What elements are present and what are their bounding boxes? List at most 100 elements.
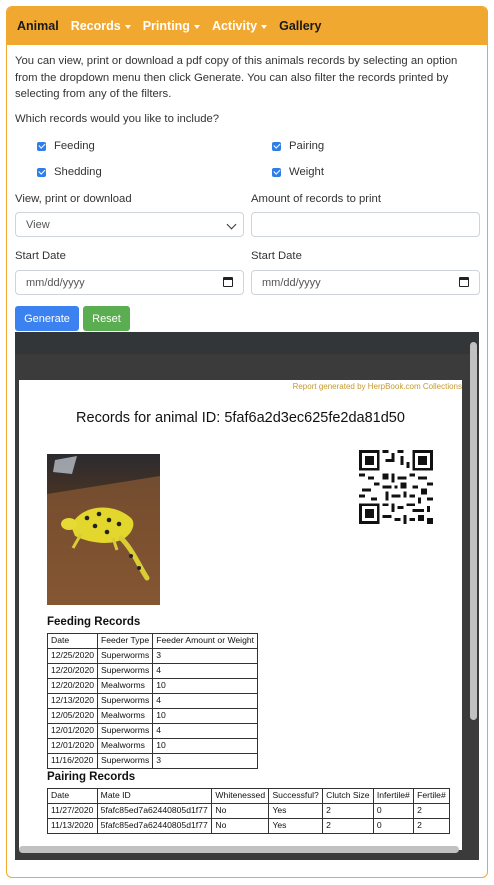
table-row: 11/16/2020 Superworms 3 — [46, 753, 259, 769]
feeding-checkbox[interactable]: Feeding — [37, 140, 95, 152]
end-date-input[interactable]: mm/dd/yyyy — [251, 270, 480, 295]
table-cell: 12/25/2020 — [46, 648, 99, 664]
table-cell: 3 — [152, 648, 259, 664]
table-row: 11/13/2020 5fafc85ed7a62440805d1f77 No Yes 2… — [47, 818, 450, 834]
nav-animal[interactable]: Animal — [17, 19, 59, 33]
nav-printing-label: Printing — [142, 19, 190, 33]
intro-text: You can view, print or download a pdf co… — [15, 55, 458, 100]
table-cell: 2 — [413, 803, 450, 819]
table-cell: 11/16/2020 — [46, 753, 99, 769]
table-cell: Yes — [268, 803, 324, 819]
table-header-cell: Clutch Size — [322, 788, 374, 804]
nav-gallery[interactable]: Gallery — [279, 19, 321, 33]
table-cell: Yes — [268, 818, 324, 834]
feeding-checkbox-label: Feeding — [54, 140, 95, 152]
table-row: 12/20/2020 Mealworms 10 — [46, 678, 259, 694]
table-header-cell: Feeder Amount or Weight — [152, 633, 259, 649]
caret-down-icon — [193, 24, 200, 29]
table-header-cell: Feeder Type — [97, 633, 154, 649]
nav-printing-dropdown[interactable]: Printing — [143, 19, 200, 33]
table-cell: 4 — [152, 693, 259, 709]
table-cell: 12/05/2020 — [46, 708, 99, 724]
chevron-down-icon — [226, 219, 237, 230]
nav-records-label: Records — [70, 19, 121, 33]
include-question: Which records would you like to include? — [15, 113, 220, 125]
pairing-checkbox[interactable]: Pairing — [272, 140, 324, 152]
table-cell: Mealworms — [97, 708, 154, 724]
table-cell: Superworms — [97, 723, 154, 739]
top-nav: Animal Records Printing Activity Gallery — [7, 7, 487, 45]
table-row: 12/01/2020 Mealworms 10 — [46, 738, 259, 754]
view-label: View, print or download — [15, 193, 132, 205]
table-cell: Superworms — [97, 648, 154, 664]
qr-code — [359, 450, 433, 524]
table-cell: 10 — [152, 678, 259, 694]
table-cell: 11/27/2020 — [47, 803, 98, 819]
table-cell: 4 — [152, 723, 259, 739]
table-header-cell: Fertile# — [413, 788, 450, 804]
checkbox-checked-icon — [37, 167, 46, 177]
table-cell: 3 — [152, 753, 259, 769]
shedding-checkbox[interactable]: Shedding — [37, 166, 102, 178]
table-cell: 5fafc85ed7a62440805d1f77 — [96, 818, 213, 834]
view-select-value: View — [26, 218, 50, 231]
nav-records-dropdown[interactable]: Records — [71, 19, 131, 33]
table-cell: 4 — [152, 663, 259, 679]
table-cell: Superworms — [97, 753, 154, 769]
nav-activity-dropdown[interactable]: Activity — [211, 19, 268, 33]
checkbox-checked-icon — [272, 141, 281, 151]
table-row: 12/13/2020 Superworms 4 — [46, 693, 259, 709]
table-row: 12/05/2020 Mealworms 10 — [46, 708, 259, 724]
table-cell: 12/20/2020 — [46, 678, 99, 694]
table-row: 12/01/2020 Superworms 4 — [46, 723, 259, 739]
shedding-checkbox-label: Shedding — [54, 166, 102, 178]
table-cell: 12/20/2020 — [46, 663, 99, 679]
nav-activity-label: Activity — [211, 19, 258, 33]
nav-gallery-label: Gallery — [279, 19, 322, 33]
table-cell: 10 — [152, 708, 259, 724]
table-cell: Mealworms — [97, 738, 154, 754]
table-cell: 10 — [152, 738, 259, 754]
amount-input[interactable] — [251, 212, 480, 237]
table-cell: No — [211, 803, 270, 819]
horizontal-scrollbar[interactable] — [19, 846, 459, 853]
reset-button[interactable]: Reset — [83, 306, 130, 331]
table-header-cell: Successful? — [268, 788, 324, 804]
table-header-cell: Date — [47, 788, 98, 804]
view-select[interactable]: View — [15, 212, 244, 237]
table-row: 12/25/2020 Superworms 3 — [46, 648, 259, 664]
end-date-placeholder: mm/dd/yyyy — [262, 276, 321, 289]
start-date-label: Start Date — [15, 250, 66, 262]
table-cell: Mealworms — [97, 678, 154, 694]
table-header-row: Date Mate ID Whitenessed Successful? Clutch … — [47, 788, 450, 804]
end-date-label: Start Date — [251, 250, 302, 262]
checkbox-checked-icon — [37, 141, 46, 151]
amount-label: Amount of records to print — [251, 193, 381, 205]
table-cell: 11/13/2020 — [47, 818, 98, 834]
weight-checkbox[interactable]: Weight — [272, 166, 324, 178]
animal-photo — [47, 454, 160, 605]
calendar-icon[interactable] — [459, 277, 469, 287]
table-cell: 0 — [372, 818, 415, 834]
table-row: 12/20/2020 Superworms 4 — [46, 663, 259, 679]
table-cell: No — [211, 818, 270, 834]
calendar-icon[interactable] — [223, 277, 233, 287]
table-cell: 12/13/2020 — [46, 693, 99, 709]
table-header-row: Date Feeder Type Feeder Amount or Weight — [46, 633, 259, 649]
start-date-input[interactable]: mm/dd/yyyy — [15, 270, 244, 295]
table-cell: 0 — [372, 803, 415, 819]
start-date-placeholder: mm/dd/yyyy — [26, 276, 85, 289]
table-header-cell: Infertile# — [372, 788, 415, 804]
pairing-records-table: Date Mate ID Whitenessed Successful? Clutch … — [47, 788, 450, 834]
pdf-viewer[interactable]: Report generated by HerpBook.com Collect… — [15, 332, 479, 860]
report-generated-note: Report generated by HerpBook.com Collect… — [292, 382, 462, 391]
table-cell: Superworms — [97, 663, 154, 679]
vertical-scrollbar[interactable] — [470, 342, 477, 720]
pdf-viewer-toolbar — [15, 332, 479, 354]
table-cell: 12/01/2020 — [46, 738, 99, 754]
table-cell: 12/01/2020 — [46, 723, 99, 739]
pdf-page: Report generated by HerpBook.com Collect… — [19, 380, 462, 850]
generate-button[interactable]: Generate — [15, 306, 79, 331]
table-header-cell: Date — [46, 633, 99, 649]
caret-down-icon — [261, 24, 268, 29]
